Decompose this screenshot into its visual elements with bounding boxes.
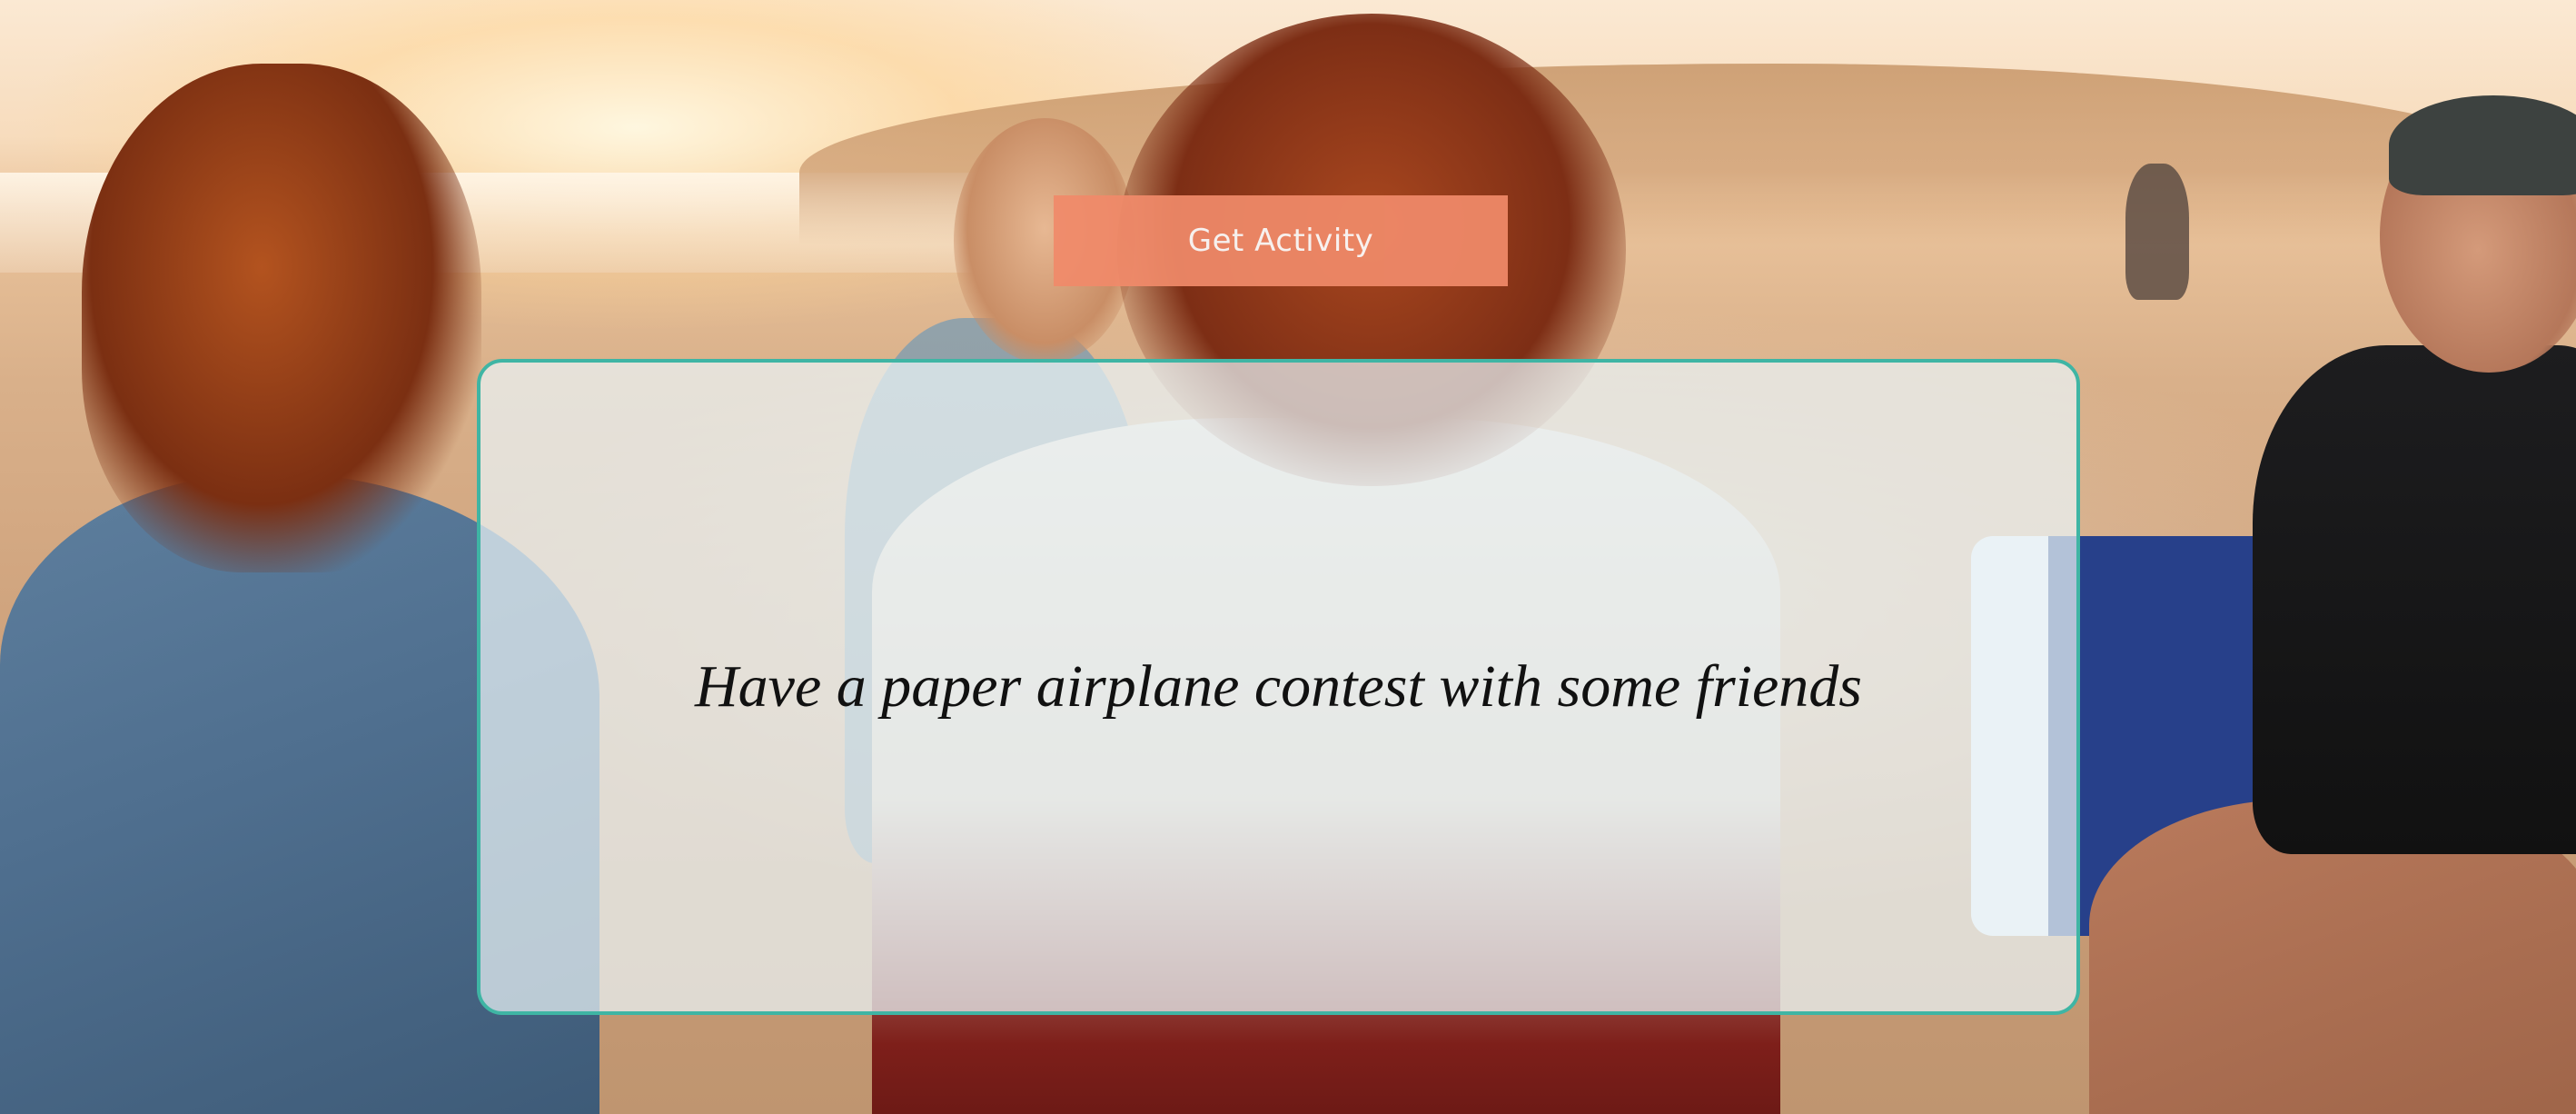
background-person-right-body xyxy=(2253,345,2576,854)
background-person-left-hair xyxy=(82,64,481,572)
background-person-right-cap xyxy=(2389,95,2576,195)
background-far-person xyxy=(2125,164,2189,300)
app-root: Get Activity Have a paper airplane conte… xyxy=(0,0,2576,1114)
get-activity-button[interactable]: Get Activity xyxy=(1054,195,1508,286)
activity-text: Have a paper airplane contest with some … xyxy=(694,653,1862,721)
activity-card: Have a paper airplane contest with some … xyxy=(477,359,2080,1015)
